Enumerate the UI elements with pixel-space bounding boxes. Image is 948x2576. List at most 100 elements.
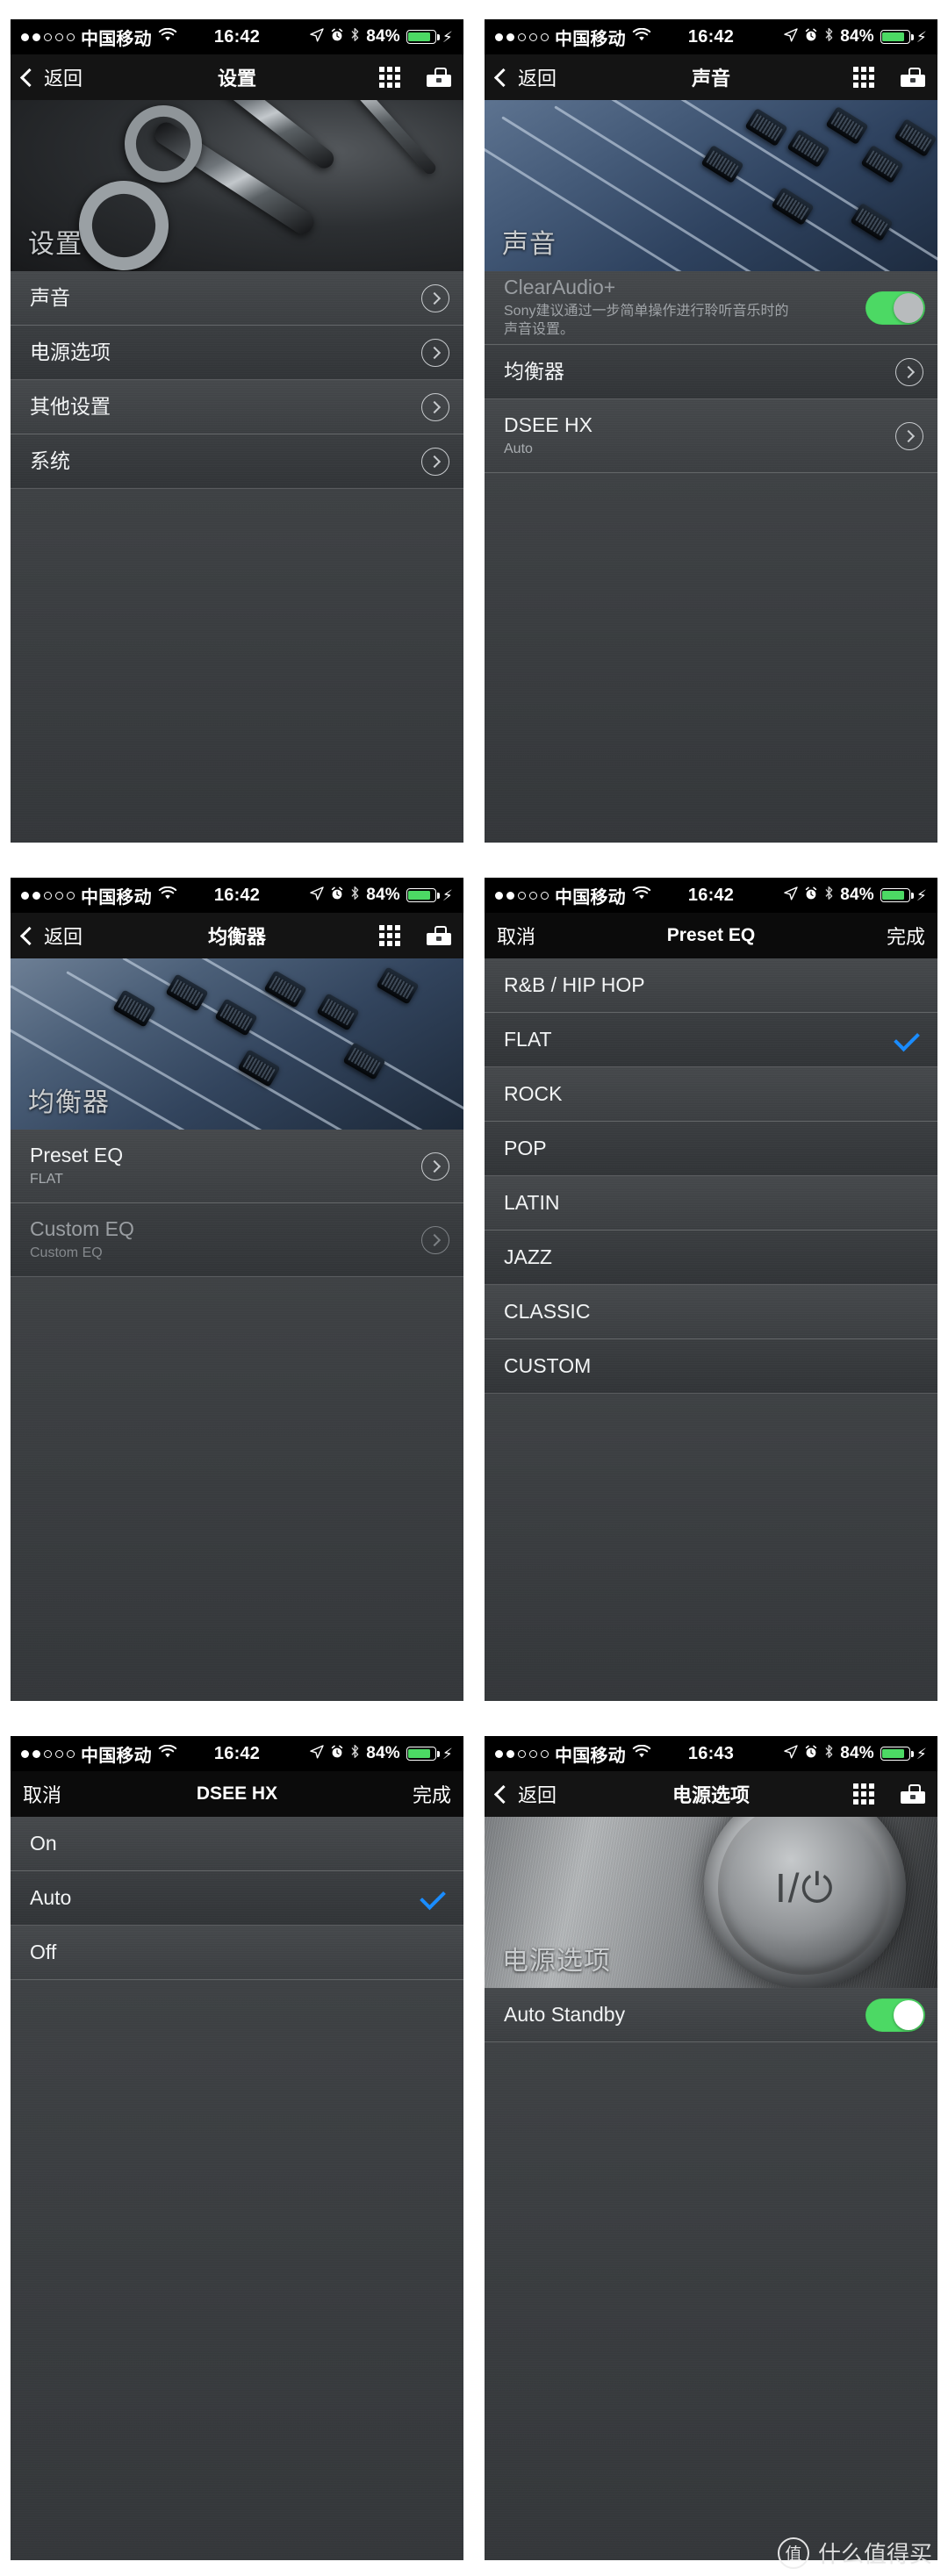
carrier-name: 中国移动	[555, 1746, 626, 1766]
alarm-clock-icon	[330, 1744, 344, 1764]
done-button[interactable]: 完成	[887, 922, 925, 950]
list-item-power-options[interactable]: 电源选项	[11, 326, 463, 380]
list-item-flat[interactable]: FLAT	[485, 1013, 937, 1067]
list-item-dsee-hx[interactable]: DSEE HX Auto	[485, 399, 937, 473]
option-label: On	[30, 1832, 57, 1855]
list-item-on[interactable]: On	[11, 1817, 463, 1871]
back-button[interactable]: 返回	[493, 63, 557, 91]
list-item-latin[interactable]: LATIN	[485, 1176, 937, 1231]
status-bar-left: 中国移动	[495, 883, 651, 908]
panel-body: R&B / HIP HOP FLAT ROCK POP LATIN JAZZ C…	[485, 958, 937, 1701]
status-bar: 中国移动 16:42 84% ⚡	[11, 878, 463, 913]
list-item-system[interactable]: 系统	[11, 434, 463, 489]
toolbox-icon[interactable]	[901, 1784, 925, 1804]
cancel-button[interactable]: 取消	[23, 1780, 61, 1808]
list-empty-area	[485, 473, 937, 843]
cancel-button[interactable]: 取消	[497, 922, 535, 950]
location-arrow-icon	[784, 1744, 798, 1764]
clearaudio-toggle[interactable]	[865, 291, 925, 325]
status-bar-right: 84% ⚡	[310, 1744, 453, 1764]
list-item-label: 其他设置	[30, 395, 111, 419]
battery-percent: 84%	[366, 1744, 400, 1762]
list-item-other-settings[interactable]: 其他设置	[11, 380, 463, 434]
signal-strength-dots	[21, 891, 75, 900]
done-button[interactable]: 完成	[413, 1780, 451, 1808]
bluetooth-icon	[824, 27, 834, 47]
power-options-list: Auto Standby	[485, 1988, 937, 2042]
list-item-equalizer[interactable]: 均衡器	[485, 345, 937, 399]
power-symbol-icon: I/⏻	[775, 1865, 835, 1911]
alarm-clock-icon	[330, 886, 344, 906]
battery-icon	[406, 1747, 440, 1761]
panel-body: 均衡器 Preset EQ FLAT Custom EQ Custom EQ	[11, 958, 463, 1701]
grid-icon[interactable]	[379, 67, 400, 88]
list-item-jazz[interactable]: JAZZ	[485, 1231, 937, 1285]
battery-icon	[880, 1747, 914, 1761]
back-button-label: 返回	[518, 68, 557, 90]
list-item-rnb-hiphop[interactable]: R&B / HIP HOP	[485, 958, 937, 1013]
status-bar-left: 中国移动	[495, 25, 651, 50]
toolbox-icon[interactable]	[901, 68, 925, 87]
hero-banner-equalizer: 均衡器	[11, 958, 463, 1130]
watermark-logo-icon: 值	[777, 2537, 809, 2569]
grid-icon[interactable]	[379, 925, 400, 946]
status-bar-left: 中国移动	[21, 883, 177, 908]
hero-banner-sound: 声音	[485, 100, 937, 271]
list-item-auto[interactable]: Auto	[11, 1871, 463, 1926]
lightning-bolt-icon: ⚡	[916, 28, 927, 46]
list-item-preset-eq[interactable]: Preset EQ FLAT	[11, 1130, 463, 1203]
status-bar-right: 84% ⚡	[784, 886, 927, 906]
panel-sound: 中国移动 16:42 84% ⚡ 返回 声音 声音 ClearAudio+ So…	[474, 0, 948, 858]
phone-screen-preset-eq: 中国移动 16:42 84% ⚡ 取消 Preset EQ 完成 R&B / H…	[485, 878, 937, 1701]
chevron-right-circle-icon	[421, 338, 449, 367]
list-item-label: Preset EQ	[30, 1144, 124, 1167]
watermark-text: 什么值得买	[817, 2541, 932, 2567]
grid-icon[interactable]	[853, 1783, 874, 1805]
back-button-label: 返回	[44, 926, 83, 948]
nav-bar: 返回 设置	[11, 54, 463, 100]
list-item-rock[interactable]: ROCK	[485, 1067, 937, 1122]
option-label: Auto	[30, 1886, 72, 1910]
signal-strength-dots	[495, 891, 549, 900]
list-item-custom[interactable]: CUSTOM	[485, 1339, 937, 1394]
chevron-left-icon	[19, 68, 40, 87]
back-button[interactable]: 返回	[493, 1780, 557, 1808]
lightning-bolt-icon: ⚡	[442, 1745, 453, 1762]
checkmark-icon	[420, 1884, 446, 1910]
chevron-right-circle-icon	[421, 1152, 449, 1180]
carrier-name: 中国移动	[555, 29, 626, 49]
battery-percent: 84%	[366, 886, 400, 904]
list-item-pop[interactable]: POP	[485, 1122, 937, 1176]
bluetooth-icon	[824, 886, 834, 906]
list-item-label: Custom EQ	[30, 1217, 134, 1241]
carrier-name: 中国移动	[81, 887, 152, 908]
lightning-bolt-icon: ⚡	[916, 1745, 927, 1762]
back-button[interactable]: 返回	[19, 922, 83, 950]
list-item-auto-standby[interactable]: Auto Standby	[485, 1988, 937, 2042]
sound-list: ClearAudio+ Sony建议通过一步简单操作进行聆听音乐时的声音设置。 …	[485, 271, 937, 473]
toolbox-icon[interactable]	[427, 68, 451, 87]
list-empty-area	[11, 1277, 463, 1701]
auto-standby-toggle[interactable]	[865, 1998, 925, 2032]
status-bar: 中国移动 16:42 84% ⚡	[485, 19, 937, 54]
list-empty-area	[11, 489, 463, 843]
list-item-label: ClearAudio+	[504, 276, 616, 299]
grid-icon[interactable]	[853, 67, 874, 88]
back-button[interactable]: 返回	[19, 63, 83, 91]
list-item-off[interactable]: Off	[11, 1926, 463, 1980]
option-label: LATIN	[504, 1191, 560, 1215]
status-bar-right: 84% ⚡	[784, 1744, 927, 1764]
list-item-custom-eq[interactable]: Custom EQ Custom EQ	[11, 1203, 463, 1277]
chevron-left-icon	[493, 1784, 514, 1804]
lightning-bolt-icon: ⚡	[916, 886, 927, 904]
toolbox-icon[interactable]	[427, 926, 451, 945]
list-item-classic[interactable]: CLASSIC	[485, 1285, 937, 1339]
panel-body: 设置 声音 电源选项 其他设置 系统	[11, 100, 463, 843]
battery-percent: 84%	[840, 27, 874, 46]
list-item-value: Auto	[504, 441, 533, 456]
panel-power-options: 中国移动 16:43 84% ⚡ 返回 电源选项 I/⏻ 电源选项 Auto S…	[474, 1717, 948, 2576]
list-item-clearaudio-plus[interactable]: ClearAudio+ Sony建议通过一步简单操作进行聆听音乐时的声音设置。	[485, 271, 937, 345]
location-arrow-icon	[784, 27, 798, 47]
list-item-value: Custom EQ	[30, 1245, 103, 1260]
list-item-sound[interactable]: 声音	[11, 271, 463, 326]
